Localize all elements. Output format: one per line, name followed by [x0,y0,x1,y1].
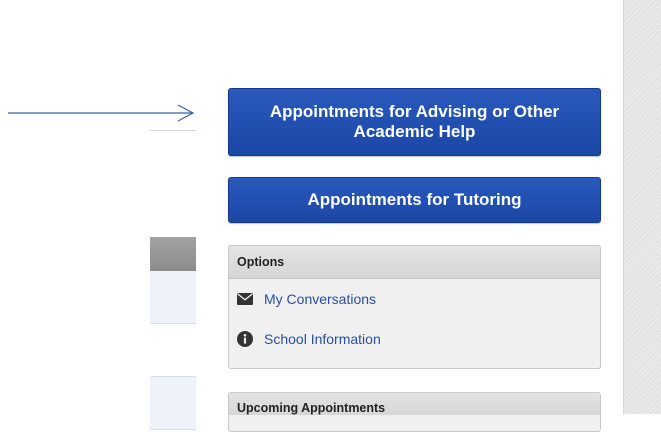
partial-table [150,237,196,430]
table-row[interactable] [150,271,196,324]
advising-appointments-button[interactable]: Appointments for Advising or Other Acade… [228,88,601,156]
info-icon [237,331,253,347]
table-row[interactable] [150,377,196,430]
my-conversations-link[interactable]: My Conversations [264,291,376,307]
options-item-my-conversations[interactable]: My Conversations [229,279,600,319]
options-panel-title: Options [229,246,600,279]
upcoming-appointments-panel: Upcoming Appointments [228,392,601,432]
upcoming-appointments-title: Upcoming Appointments [229,393,600,415]
advising-appointments-button-label: Appointments for Advising or Other Acade… [269,102,560,141]
envelope-icon [237,291,253,307]
divider [150,130,196,131]
school-information-link[interactable]: School Information [264,331,381,347]
table-header [150,237,196,271]
options-panel: Options My Conversations School Informat… [228,245,601,369]
annotation-arrow-icon [8,104,195,122]
options-item-school-information[interactable]: School Information [229,319,600,359]
tutoring-appointments-button-label: Appointments for Tutoring [307,190,522,209]
table-row[interactable] [150,324,196,377]
page-right-gutter [623,0,661,414]
tutoring-appointments-button[interactable]: Appointments for Tutoring [228,177,601,223]
